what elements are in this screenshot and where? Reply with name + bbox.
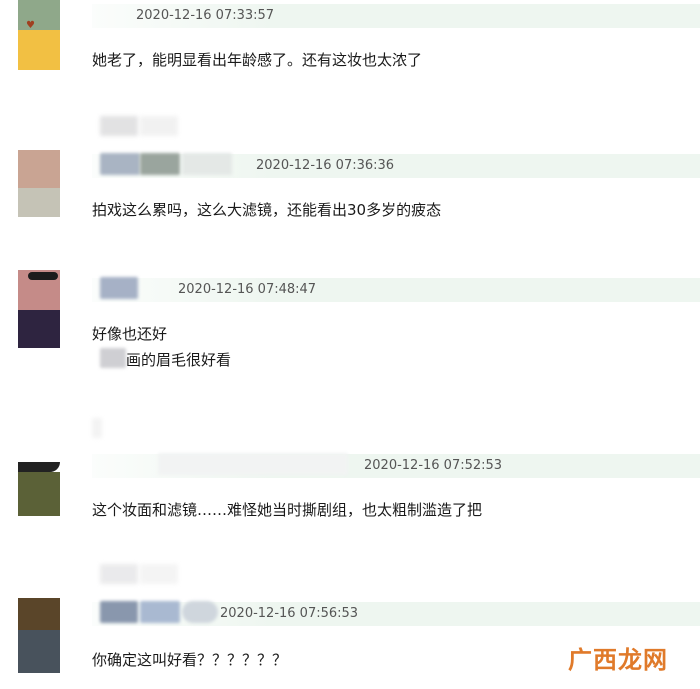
avatar[interactable] xyxy=(18,270,60,348)
blurred-username xyxy=(100,153,140,175)
comment-item-3: 2020-12-16 07:48:47 好像也还好 画的眉毛很好看 xyxy=(0,270,700,380)
comment-timestamp: 2020-12-16 07:56:53 xyxy=(220,606,359,621)
comment-item-1: ♥ 2020-12-16 07:33:57 她老了，能明显看出年龄感了。还有这妆… xyxy=(0,0,700,110)
comment-text: 你确定这叫好看？？？？？？ xyxy=(92,651,288,669)
avatar[interactable] xyxy=(18,458,60,516)
comment-text-line-2: 画的眉毛很好看 xyxy=(126,351,232,369)
avatar[interactable] xyxy=(18,150,60,217)
blurred-username xyxy=(140,601,180,623)
blurred-username xyxy=(100,601,138,623)
comment-text: 她老了，能明显看出年龄感了。还有这妆也太浓了 xyxy=(92,51,423,69)
comment-text: 好像也还好 xyxy=(92,325,168,343)
blurred-username xyxy=(100,277,138,299)
comment-timestamp: 2020-12-16 07:52:53 xyxy=(364,458,503,473)
blurred-username xyxy=(182,153,232,175)
comment-text: 拍戏这么累吗，这么大滤镜，还能看出30多岁的疲态 xyxy=(92,201,442,219)
blurred-username xyxy=(158,453,348,475)
blurred-username xyxy=(140,564,178,584)
blurred-mention xyxy=(100,348,126,368)
avatar[interactable] xyxy=(18,598,60,673)
blurred-username xyxy=(182,601,218,623)
comment-item-2: 2020-12-16 07:36:36 拍戏这么累吗，这么大滤镜，还能看出30多… xyxy=(0,150,700,230)
comment-timestamp: 2020-12-16 07:36:36 xyxy=(256,158,395,173)
blurred-username xyxy=(100,116,138,136)
comment-text: 这个妆面和滤镜……难怪她当时撕剧组，也太粗制滥造了把 xyxy=(92,501,483,519)
blurred-username xyxy=(92,418,102,438)
avatar[interactable]: ♥ xyxy=(18,0,60,70)
blurred-username xyxy=(100,564,138,584)
blurred-username xyxy=(140,116,178,136)
comment-timestamp: 2020-12-16 07:33:57 xyxy=(136,8,275,23)
watermark-logo: 广西龙网 xyxy=(568,646,668,674)
comment-item-4: 2020-12-16 07:52:53 这个妆面和滤镜……难怪她当时撕剧组，也太… xyxy=(0,450,700,530)
blurred-username xyxy=(140,153,180,175)
comment-timestamp: 2020-12-16 07:48:47 xyxy=(178,282,317,297)
